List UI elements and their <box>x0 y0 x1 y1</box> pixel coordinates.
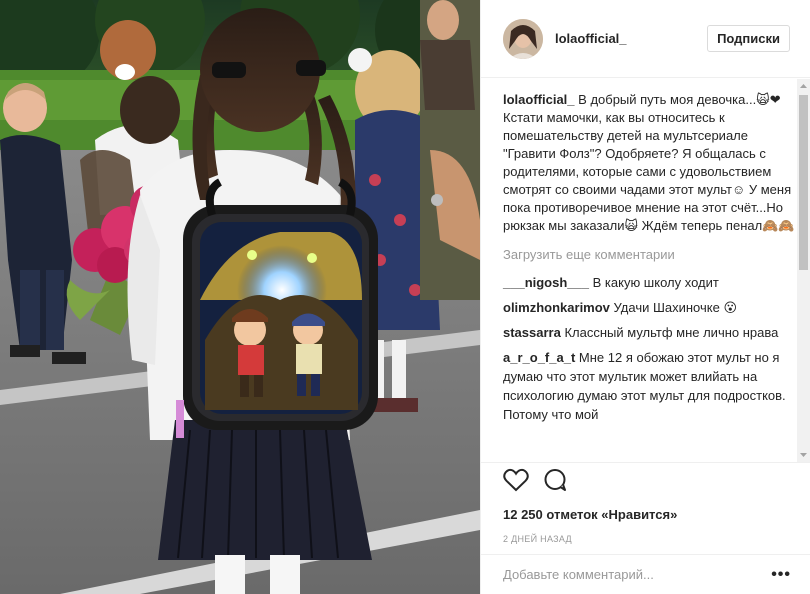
comment-input[interactable] <box>503 567 772 582</box>
post-side-panel: lolaofficial_ Подписки lolaofficial_ В д… <box>480 0 810 594</box>
comment-text: Удачи Шахиночке 😮 <box>613 300 737 315</box>
comment-text: В какую школу ходит <box>592 275 719 290</box>
comments-scrollbar[interactable] <box>797 79 810 462</box>
post-header: lolaofficial_ Подписки <box>481 0 810 78</box>
avatar[interactable] <box>503 18 543 59</box>
scrollbar-thumb[interactable] <box>799 95 808 270</box>
scroll-up-arrow-icon[interactable] <box>797 79 810 93</box>
add-comment-bar: ••• <box>481 554 810 594</box>
caption-username[interactable]: lolaofficial_ <box>503 92 575 107</box>
comment-username[interactable]: a_r_o_f_a_t <box>503 350 575 365</box>
comment-item: olimzhonkarimov Удачи Шахиночке 😮 <box>503 298 797 317</box>
comment-username[interactable]: ___nigosh___ <box>503 275 589 290</box>
comment-username[interactable]: olimzhonkarimov <box>503 300 610 315</box>
comment-username[interactable]: stassarra <box>503 325 561 340</box>
likes-count[interactable]: 12 250 отметок «Нравится» <box>503 507 789 523</box>
heart-icon[interactable] <box>503 468 529 497</box>
more-options-icon[interactable]: ••• <box>771 566 791 582</box>
comment-text: Классный мультф мне лично нрава <box>564 325 779 340</box>
comment-item: a_r_o_f_a_t Мне 12 я обожаю этот мульт н… <box>503 348 797 424</box>
comment-bubble-icon[interactable] <box>543 468 567 497</box>
post-timestamp[interactable]: 2 ДНЕЙ НАЗАД <box>503 533 789 545</box>
post-actions: 12 250 отметок «Нравится» 2 ДНЕЙ НАЗАД <box>481 462 810 545</box>
post-photo[interactable] <box>0 0 480 594</box>
comment-item: stassarra Классный мультф мне лично нрав… <box>503 323 797 342</box>
load-more-comments-link[interactable]: Загрузить еще комментарии <box>503 246 797 264</box>
action-icons <box>503 463 789 499</box>
caption-text: В добрый путь моя девочка...🙀❤ Кстати ма… <box>503 92 795 233</box>
post-image <box>0 0 480 594</box>
post-caption: lolaofficial_ В добрый путь моя девочка.… <box>503 91 797 235</box>
header-username[interactable]: lolaofficial_ <box>555 31 707 46</box>
comments-list[interactable]: lolaofficial_ В добрый путь моя девочка.… <box>481 79 810 462</box>
follow-button[interactable]: Подписки <box>707 25 790 52</box>
scroll-down-arrow-icon[interactable] <box>797 448 810 462</box>
comment-item: ___nigosh___ В какую школу ходит <box>503 273 797 292</box>
